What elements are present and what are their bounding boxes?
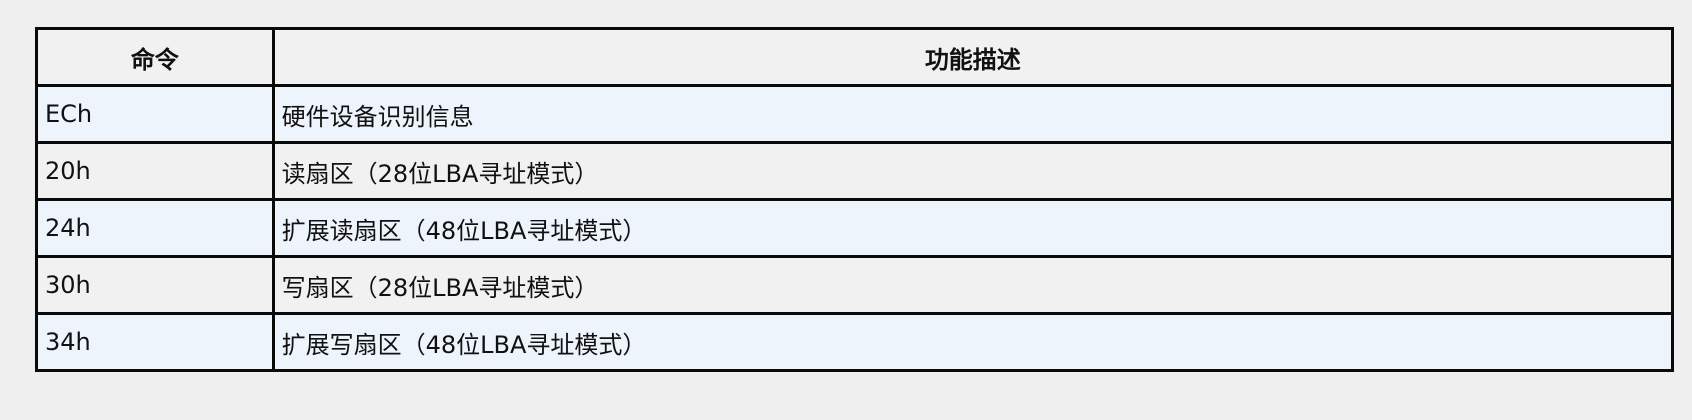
table-row: ECh 硬件设备识别信息 xyxy=(35,84,1675,144)
table-row: 24h 扩展读扇区（48位LBA寻址模式） xyxy=(35,198,1675,258)
table-row: 20h 读扇区（28位LBA寻址模式） xyxy=(35,141,1675,201)
column-header-command: 命令 xyxy=(35,27,275,87)
column-header-description: 功能描述 xyxy=(271,27,1675,87)
table-row: 30h 写扇区（28位LBA寻址模式） xyxy=(35,255,1675,315)
table-row: 34h 扩展写扇区（48位LBA寻址模式） xyxy=(35,312,1675,372)
command-cell: ECh xyxy=(35,84,275,144)
description-cell: 扩展读扇区（48位LBA寻址模式） xyxy=(271,198,1675,258)
description-cell: 硬件设备识别信息 xyxy=(271,84,1675,144)
command-cell: 20h xyxy=(35,141,275,201)
command-table-container: 命令 功能描述 ECh 硬件设备识别信息 20h 读扇区（28位LBA寻址模式）… xyxy=(35,27,1675,372)
description-cell: 扩展写扇区（48位LBA寻址模式） xyxy=(271,312,1675,372)
command-cell: 24h xyxy=(35,198,275,258)
description-cell: 写扇区（28位LBA寻址模式） xyxy=(271,255,1675,315)
table-header-row: 命令 功能描述 xyxy=(35,27,1675,87)
command-cell: 30h xyxy=(35,255,275,315)
description-cell: 读扇区（28位LBA寻址模式） xyxy=(271,141,1675,201)
ata-command-table: 命令 功能描述 ECh 硬件设备识别信息 20h 读扇区（28位LBA寻址模式）… xyxy=(35,27,1675,372)
command-cell: 34h xyxy=(35,312,275,372)
